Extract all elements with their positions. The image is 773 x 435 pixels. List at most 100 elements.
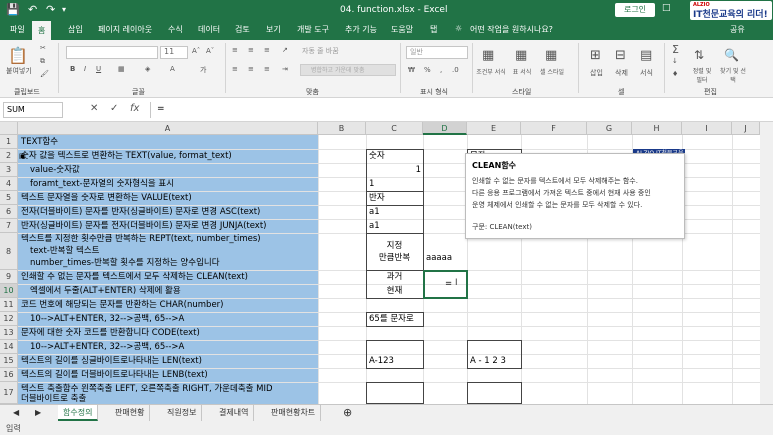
align-center-icon[interactable]: ≡ [248, 65, 254, 73]
column-header-d[interactable]: D [423, 122, 467, 135]
row-header[interactable]: 7 [0, 219, 18, 233]
paste-button[interactable]: 붙여넣기 [6, 66, 32, 76]
column-header-b[interactable]: B [318, 122, 366, 135]
shrink-font-icon[interactable]: Aˇ [206, 47, 214, 55]
cell-style-icon[interactable]: ▦ [545, 48, 557, 63]
cell-a7[interactable]: 반자(싱글바이트) 문자를 전자(더블바이트) 문자로 변경 JUNJA(tex… [21, 220, 266, 232]
share-button[interactable]: 공유 [730, 24, 745, 35]
tab-home[interactable]: 홈 [32, 21, 52, 40]
table-format-icon[interactable]: ▦ [515, 48, 527, 63]
tab-review[interactable]: 검토 [235, 24, 250, 35]
row-header[interactable]: 17 [0, 382, 18, 404]
fill-icon[interactable]: ↓ [672, 57, 678, 65]
phonetic-icon[interactable]: 가 [200, 65, 206, 75]
clear-icon[interactable]: ♦ [672, 70, 678, 78]
underline-icon[interactable]: U [96, 65, 101, 73]
font-size-box[interactable]: 11 [160, 46, 188, 59]
row-header[interactable]: 15 [0, 354, 18, 368]
cell-a12[interactable]: 10-->ALT+ENTER, 32-->공백, 65-->A [30, 313, 184, 325]
tab-view[interactable]: 보기 [266, 24, 281, 35]
cell-c2[interactable]: 숫자 [369, 150, 385, 162]
cell-a9[interactable]: 인쇄할 수 없는 문자를 텍스트에서 모두 삭제하는 CLEAN(text) [21, 271, 248, 283]
cell-a17-line2[interactable]: 더블바이트로 축출 [21, 393, 86, 404]
row-header[interactable]: 3 [0, 163, 18, 177]
insert-cells-button[interactable]: 삽입 [590, 68, 603, 78]
customize-qat-icon[interactable]: ▾ [62, 5, 66, 14]
select-all-corner[interactable] [0, 122, 18, 135]
column-header-i[interactable]: I [682, 122, 732, 135]
cell-a3[interactable]: value-숫자값 [30, 164, 80, 176]
cell-d8[interactable]: aaaaa [426, 252, 452, 264]
row-header[interactable]: 10 [0, 284, 18, 298]
column-header-h[interactable]: H [632, 122, 682, 135]
autosum-icon[interactable]: Σ [672, 43, 679, 56]
cell-c9[interactable]: 과거 [366, 271, 423, 283]
row-header[interactable]: 11 [0, 298, 18, 312]
conditional-format-button[interactable]: 조건부 서식 [476, 67, 506, 76]
cell-style-button[interactable]: 셀 스타일 [538, 67, 566, 76]
currency-icon[interactable]: ₩ [408, 66, 415, 74]
table-format-button[interactable]: 표 서식 [508, 67, 536, 76]
cell-c5[interactable]: 반자 [369, 192, 385, 204]
sheet-tab-employees[interactable]: 직원정보 [162, 405, 203, 421]
formula-input[interactable]: = [150, 102, 770, 118]
number-format-box[interactable]: 일반 [406, 46, 468, 59]
row-header[interactable]: 12 [0, 312, 18, 326]
row-header[interactable]: 14 [0, 340, 18, 354]
sheet-tab-functions[interactable]: 함수정의 [58, 405, 99, 421]
tab-file[interactable]: 파일 [10, 24, 25, 35]
cell-a11[interactable]: 코드 번호에 해당되는 문자를 반환하는 CHAR(number) [21, 299, 224, 311]
tab-developer[interactable]: 개발 도구 [297, 24, 329, 35]
font-name-box[interactable] [66, 46, 158, 59]
tab-addins[interactable]: 추가 기능 [345, 24, 377, 35]
cell-c15[interactable]: A-123 [369, 355, 394, 367]
tab-help[interactable]: 도움말 [391, 24, 413, 35]
sort-filter-button[interactable]: 정렬 및 필터 [690, 66, 714, 84]
font-color-icon[interactable]: A [170, 65, 175, 73]
name-box[interactable]: SUM [3, 102, 63, 118]
column-header-e[interactable]: E [467, 122, 521, 135]
row-header[interactable]: 13 [0, 326, 18, 340]
sheet-tab-sales[interactable]: 판매현황 [110, 405, 151, 421]
cell-a15[interactable]: 텍스트의 길이를 싱글바이트로나타내는 LEN(text) [21, 355, 202, 367]
row-header[interactable]: 16 [0, 368, 18, 382]
conditional-format-icon[interactable]: ▦ [482, 48, 494, 63]
cell-c4[interactable]: 1 [369, 178, 374, 190]
tab-insert[interactable]: 삽입 [68, 24, 83, 35]
sheet-tab-sales-chart[interactable]: 판매현황차트 [266, 405, 322, 421]
cell-a16[interactable]: 텍스트의 길이를 더블바이트로나타내는 LENB(text) [21, 369, 208, 381]
tab-data[interactable]: 데이터 [198, 24, 220, 35]
cell-a8-line2[interactable]: text-반복할 텍스트 [30, 245, 99, 257]
row-header[interactable]: 1 [0, 135, 18, 149]
cell-a8-line1[interactable]: 텍스트를 지정한 횟수만큼 반복하는 REPT(text, number_tim… [21, 233, 261, 245]
percent-icon[interactable]: % [424, 66, 431, 74]
cell-a5[interactable]: 텍스트 문자열을 숫자로 변환하는 VALUE(text) [21, 192, 192, 204]
cell-c8-line2[interactable]: 만큼반복 [366, 252, 423, 264]
delete-cells-button[interactable]: 삭제 [615, 68, 628, 78]
insert-cells-icon[interactable]: ⊞ [590, 48, 601, 63]
indent-icon[interactable]: ⇥ [282, 65, 288, 73]
find-select-icon[interactable]: 🔍 [724, 48, 739, 62]
cut-icon[interactable]: ✂ [40, 44, 46, 52]
row-header[interactable]: 2 [0, 149, 18, 163]
cell-c13[interactable]: 65를 문자로 [369, 313, 414, 325]
row-header[interactable]: 8 [0, 233, 18, 270]
align-middle-icon[interactable]: ≡ [248, 46, 254, 54]
next-sheet-icon[interactable]: ▶ [30, 405, 46, 421]
column-header-j[interactable]: J [732, 122, 760, 135]
enter-icon[interactable]: ✓ [110, 103, 118, 114]
redo-icon[interactable]: ↷ [46, 3, 55, 16]
insert-function-icon[interactable]: fx [130, 103, 139, 114]
ribbon-display-icon[interactable]: □ [662, 3, 671, 13]
vertical-scrollbar[interactable] [760, 122, 773, 404]
prev-sheet-icon[interactable]: ◀ [8, 405, 24, 421]
cell-c6[interactable]: a1 [369, 206, 380, 218]
bold-icon[interactable]: B [70, 65, 75, 73]
cell-d9[interactable]: = [445, 278, 452, 290]
tab-formulas[interactable]: 수식 [168, 24, 183, 35]
sort-filter-icon[interactable]: ⇅ [694, 48, 704, 62]
row-header[interactable]: 9 [0, 270, 18, 284]
column-header-f[interactable]: F [521, 122, 587, 135]
cell-a13[interactable]: 문자에 대한 숫자 코드를 반환합니다 CODE(text) [21, 327, 200, 339]
save-icon[interactable]: 💾 [6, 3, 20, 16]
